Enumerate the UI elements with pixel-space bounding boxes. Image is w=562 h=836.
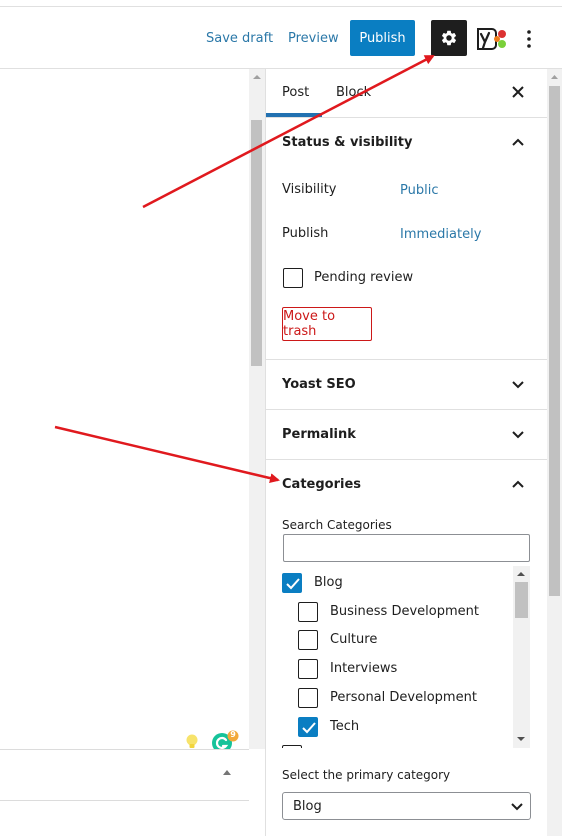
preview-button[interactable]: Preview [288,31,339,46]
category-label: Tech [330,719,360,734]
active-tab-indicator [266,113,322,117]
permalink-panel-header[interactable]: Permalink [266,410,547,460]
sidebar-tabs: Post Block [266,69,547,118]
list-scroll-up-icon[interactable] [515,569,527,578]
primary-category-select[interactable]: Blog [282,792,531,820]
category-checkbox[interactable] [298,717,318,737]
pending-review-label: Pending review [314,270,414,285]
category-list: Blog Business Development Culture Interv… [282,566,530,748]
move-to-trash-button[interactable]: Move to trash [282,307,372,341]
category-checkbox[interactable] [282,745,302,748]
publish-label: Publish [282,226,329,241]
chevron-down-icon [512,431,524,439]
chevron-up-icon [512,138,524,146]
list-scroll-down-icon[interactable] [515,735,527,744]
visibility-label: Visibility [282,182,337,197]
category-list-scrollbar-thumb[interactable] [515,582,528,618]
checkmark-icon [302,722,316,734]
yoast-logo-icon [477,28,506,50]
close-icon[interactable] [511,85,525,99]
chevron-up-icon [512,480,524,488]
category-checkbox[interactable] [298,688,318,708]
category-checkbox[interactable] [298,659,318,679]
category-checkbox[interactable] [298,602,318,622]
tab-block[interactable]: Block [336,85,371,100]
publish-button[interactable]: Publish [350,20,415,56]
more-options-button[interactable] [518,25,540,53]
settings-button[interactable] [431,20,467,56]
visibility-value-link[interactable]: Public [400,183,438,198]
pending-review-checkbox[interactable] [283,268,303,288]
category-label: Personal Development [330,690,477,705]
search-categories-input[interactable] [283,534,530,562]
editor-toolbar: Save draft Preview Publish [0,7,562,69]
category-checkbox[interactable] [282,573,302,593]
yoast-button[interactable] [475,25,509,53]
panel-title: Status & visibility [282,135,413,150]
sidebar-scrollbar-thumb[interactable] [549,86,560,596]
categories-panel-header[interactable]: Categories [266,460,547,510]
scroll-up-arrow-icon[interactable] [251,72,263,82]
chevron-down-icon [512,381,524,389]
search-categories-label: Search Categories [282,518,392,532]
publish-date-link[interactable]: Immediately [400,227,481,242]
tab-post[interactable]: Post [282,85,309,100]
yoast-seo-panel-header[interactable]: Yoast SEO [266,360,547,410]
primary-category-value: Blog [293,799,322,814]
editor-canvas[interactable] [0,69,249,749]
status-visibility-panel-header[interactable]: Status & visibility [266,118,547,168]
panel-title: Permalink [282,427,356,442]
primary-category-label: Select the primary category [282,768,451,782]
gear-icon [441,30,457,46]
panel-title: Yoast SEO [282,377,356,392]
editor-scrollbar-thumb[interactable] [251,120,262,366]
save-draft-button[interactable]: Save draft [206,31,273,46]
grammarly-badge-count: 9 [230,730,236,739]
category-label: Culture [330,632,378,647]
category-label: Blog [314,575,343,590]
vertical-dots-icon [527,30,531,48]
checkmark-icon [286,578,300,590]
sidebar-scroll-up-icon[interactable] [549,72,560,81]
chevron-down-icon [511,803,523,811]
panel-title: Categories [282,477,362,492]
category-label: Business Development [330,604,479,619]
category-label: Interviews [330,661,398,676]
caret-up-icon[interactable] [222,768,232,776]
block-breadcrumb-bar [0,749,249,801]
category-checkbox[interactable] [298,630,318,650]
